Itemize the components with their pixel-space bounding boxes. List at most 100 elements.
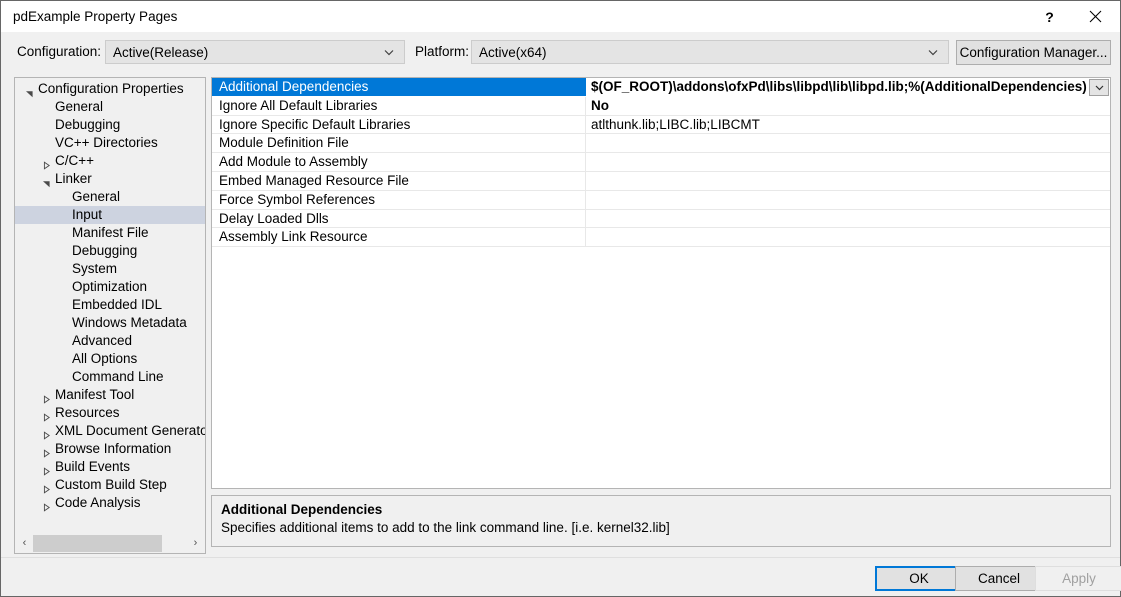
property-value[interactable]	[586, 134, 1110, 152]
scroll-left-arrow-icon[interactable]: ‹	[16, 534, 33, 552]
property-name: Additional Dependencies	[212, 78, 586, 96]
tree-item-manifest-file[interactable]: Manifest File	[15, 224, 205, 242]
tree-item-vc-directories[interactable]: VC++ Directories	[15, 134, 205, 152]
tree-item-all-options[interactable]: All Options	[15, 350, 205, 368]
tree-item-linker[interactable]: Linker	[15, 170, 205, 188]
tree-item-label: All Options	[72, 351, 138, 366]
tree-item-debugging[interactable]: Debugging	[15, 242, 205, 260]
tree-item-optimization[interactable]: Optimization	[15, 278, 205, 296]
property-value[interactable]	[586, 228, 1110, 246]
apply-button[interactable]: Apply	[1035, 566, 1121, 591]
configuration-dropdown[interactable]: Active(Release)	[105, 40, 405, 64]
tree-item-general[interactable]: General	[15, 188, 205, 206]
ok-button[interactable]: OK	[875, 566, 963, 591]
tree-item-debugging[interactable]: Debugging	[15, 116, 205, 134]
help-button[interactable]: ?	[1027, 1, 1072, 32]
tree-item-label: Browse Information	[55, 441, 172, 456]
platform-label: Platform:	[415, 44, 470, 59]
title-bar: pdExample Property Pages ?	[1, 1, 1120, 32]
property-value[interactable]	[586, 172, 1110, 190]
close-button[interactable]	[1073, 1, 1118, 32]
tree-item-label: VC++ Directories	[55, 135, 158, 150]
property-row[interactable]: Assembly Link Resource	[212, 228, 1110, 248]
description-title: Additional Dependencies	[221, 502, 383, 517]
property-row[interactable]: Additional Dependencies $(OF_ROOT)\addons…	[212, 78, 1110, 97]
triangle-right-icon[interactable]	[42, 499, 51, 512]
configuration-bar: Configuration: Active(Release) Platform:…	[1, 32, 1120, 71]
property-row[interactable]: Ignore Specific Default Libraries atlthun…	[212, 115, 1110, 135]
triangle-down-icon[interactable]	[42, 175, 51, 187]
triangle-right-icon[interactable]	[42, 157, 51, 170]
tree-item-label: Input	[72, 207, 103, 222]
property-row[interactable]: Embed Managed Resource File	[212, 171, 1110, 191]
property-name: Assembly Link Resource	[212, 228, 586, 247]
tree-item-c-c[interactable]: C/C++	[15, 152, 205, 170]
chevron-down-icon	[384, 50, 394, 56]
tree-item-label: Resources	[55, 405, 120, 420]
triangle-right-icon[interactable]	[42, 481, 51, 494]
tree-item-label: Debugging	[72, 243, 138, 258]
scrollbar-thumb[interactable]	[33, 534, 163, 552]
tree-item-build-events[interactable]: Build Events	[15, 458, 205, 476]
property-value[interactable]: atlthunk.lib;LIBC.lib;LIBCMT	[586, 116, 1110, 134]
triangle-right-icon[interactable]	[42, 391, 51, 404]
triangle-right-icon[interactable]	[42, 463, 51, 476]
triangle-down-icon[interactable]	[25, 85, 34, 97]
tree-item-label: Configuration Properties	[38, 81, 184, 96]
property-name: Module Definition File	[212, 134, 586, 153]
property-value[interactable]	[586, 153, 1110, 171]
tree-item-label: XML Document Generator	[55, 423, 205, 438]
tree-item-command-line[interactable]: Command Line	[15, 368, 205, 386]
cancel-button[interactable]: Cancel	[955, 566, 1043, 591]
property-row[interactable]: Add Module to Assembly	[212, 153, 1110, 172]
platform-dropdown[interactable]: Active(x64)	[471, 40, 949, 64]
triangle-right-icon[interactable]	[42, 445, 51, 458]
tree-item-label: Embedded IDL	[72, 297, 163, 312]
property-name: Add Module to Assembly	[212, 153, 586, 171]
property-row[interactable]: Ignore All Default Libraries No	[212, 96, 1110, 116]
tree-item-general[interactable]: General	[15, 98, 205, 116]
description-panel: Additional Dependencies Specifies additi…	[211, 495, 1111, 547]
scrollbar-track[interactable]	[33, 534, 187, 552]
tree-item-label: System	[72, 261, 118, 276]
chevron-down-icon	[928, 50, 938, 56]
property-value[interactable]	[586, 191, 1110, 209]
property-row[interactable]: Delay Loaded Dlls	[212, 209, 1110, 229]
tree-item-advanced[interactable]: Advanced	[15, 332, 205, 350]
property-value[interactable]	[586, 210, 1110, 228]
property-name: Delay Loaded Dlls	[212, 209, 586, 228]
close-icon	[1089, 10, 1102, 23]
property-row[interactable]: Module Definition File	[212, 134, 1110, 154]
tree-item-configuration-properties[interactable]: Configuration Properties	[15, 80, 205, 98]
property-name: Ignore All Default Libraries	[212, 96, 586, 115]
tree-item-label: C/C++	[55, 153, 95, 168]
property-value[interactable]: No	[586, 97, 1110, 115]
chevron-down-icon	[1095, 85, 1103, 91]
value-dropdown-button[interactable]	[1089, 79, 1109, 96]
property-value[interactable]: $(OF_ROOT)\addons\ofxPd\libs\libpd\lib\l…	[586, 78, 1110, 96]
tree-item-browse-information[interactable]: Browse Information	[15, 440, 205, 458]
configuration-label: Configuration:	[17, 44, 102, 59]
tree-item-resources[interactable]: Resources	[15, 404, 205, 422]
description-text: Specifies additional items to add to the…	[221, 520, 670, 535]
tree-item-system[interactable]: System	[15, 260, 205, 278]
property-row[interactable]: Force Symbol References	[212, 190, 1110, 210]
footer-divider	[1, 557, 1120, 558]
window-title: pdExample Property Pages	[13, 9, 178, 24]
tree-item-manifest-tool[interactable]: Manifest Tool	[15, 386, 205, 404]
property-name: Ignore Specific Default Libraries	[212, 115, 586, 134]
tree-horizontal-scrollbar[interactable]: ‹ ›	[16, 534, 204, 552]
tree-item-embedded-idl[interactable]: Embedded IDL	[15, 296, 205, 314]
triangle-right-icon[interactable]	[42, 409, 51, 422]
tree-item-xml-document-generator[interactable]: XML Document Generator	[15, 422, 205, 440]
tree-item-input[interactable]: Input	[15, 206, 205, 224]
configuration-manager-button[interactable]: Configuration Manager...	[956, 40, 1111, 65]
tree-item-label: Advanced	[72, 333, 133, 348]
tree-item-windows-metadata[interactable]: Windows Metadata	[15, 314, 205, 332]
configuration-tree: Configuration Properties General Debugging…	[14, 77, 206, 554]
scroll-right-arrow-icon[interactable]: ›	[187, 534, 204, 552]
tree-item-code-analysis[interactable]: Code Analysis	[15, 494, 205, 512]
triangle-right-icon[interactable]	[42, 427, 51, 440]
property-pages-dialog: pdExample Property Pages ? Configuration…	[0, 0, 1121, 597]
tree-item-custom-build-step[interactable]: Custom Build Step	[15, 476, 205, 494]
